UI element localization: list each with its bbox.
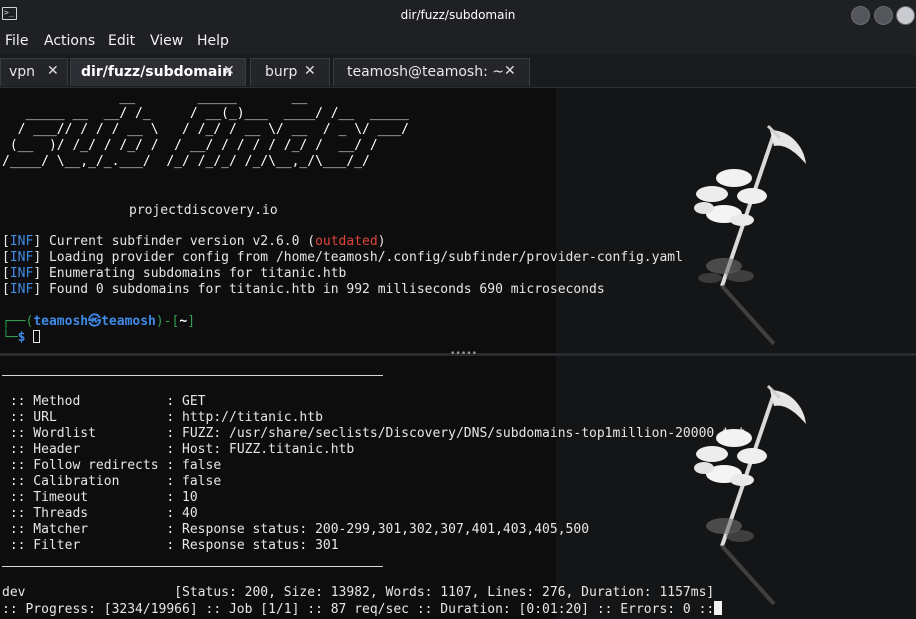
- config-row: :: Header : Host: FUZZ.titanic.htb: [2, 442, 354, 458]
- log-line: [INF] Current subfinder version v2.6.0 (…: [2, 234, 386, 249]
- config-key: :: Matcher: [2, 522, 167, 537]
- shell-prompt: ┌──(teamosh㉿teamosh)-[~]: [2, 314, 195, 330]
- divider-line: [2, 566, 383, 567]
- tab-close-icon[interactable]: ✕: [504, 63, 516, 79]
- config-key: :: Timeout: [2, 490, 167, 505]
- log-line: [INF] Loading provider config from /home…: [2, 250, 683, 265]
- config-key: :: Calibration: [2, 474, 167, 489]
- tab-vpn[interactable]: vpn ✕: [0, 58, 68, 86]
- config-value: : Host: FUZZ.titanic.htb: [166, 442, 355, 457]
- config-value: : http://titanic.htb: [166, 410, 323, 425]
- tab-close-icon[interactable]: ✕: [223, 63, 235, 79]
- terminal-cursor: [33, 330, 41, 343]
- config-key: :: Threads: [2, 506, 167, 521]
- minimize-icon[interactable]: [851, 6, 870, 25]
- config-row: :: Calibration : false: [2, 474, 221, 490]
- maximize-icon[interactable]: [874, 6, 893, 25]
- tab-bar: vpn ✕ dir/fuzz/subdomain ✕ burp ✕ teamos…: [0, 55, 916, 88]
- prompt-frame: ┌──(: [2, 314, 34, 329]
- banner-line: / ___// / / / __ \ / /_/ / __ \/ __ / _ …: [2, 122, 409, 137]
- config-key: :: Header: [2, 442, 167, 457]
- log-tag: INF: [9, 266, 34, 281]
- config-row: :: Follow redirects : false: [2, 458, 221, 474]
- config-row: :: Matcher : Response status: 200-299,30…: [2, 522, 589, 538]
- result-row: dev [Status: 200, Size: 13982, Words: 11…: [2, 585, 714, 601]
- config-key: :: Method: [2, 394, 167, 409]
- shell-input-line[interactable]: └─$: [2, 330, 41, 346]
- tab-close-icon[interactable]: ✕: [47, 63, 59, 79]
- config-row: :: Timeout : 10: [2, 490, 198, 506]
- tab-label: burp: [265, 64, 298, 80]
- prompt-frame: ]: [187, 314, 196, 329]
- config-value: : Response status: 200-299,301,302,307,4…: [166, 522, 590, 537]
- tab-label: vpn: [9, 64, 36, 80]
- log-tag: INF: [9, 234, 34, 249]
- brand-text: projectdiscovery.io: [129, 203, 278, 218]
- log-text: Enumerating subdomains for titanic.htb: [48, 266, 347, 281]
- menu-file[interactable]: File: [5, 33, 28, 49]
- prompt-user: teamosh㉿teamosh: [33, 314, 156, 329]
- menu-bar: File Actions Edit View Help: [0, 30, 916, 55]
- config-value: : 10: [166, 490, 198, 505]
- config-row: :: Threads : 40: [2, 506, 198, 522]
- banner-line: _____ __ __/ /_ / __(_)___ ____/ /__ ___…: [2, 106, 409, 121]
- banner-line: (__ )/ /_/ / /_/ / / __/ / / / / /_/ / _…: [2, 138, 409, 153]
- config-row: :: Filter : Response status: 301: [2, 538, 339, 554]
- tab-label: dir/fuzz/subdomain: [81, 64, 233, 80]
- log-line: [INF] Enumerating subdomains for titanic…: [2, 266, 347, 281]
- config-row: :: URL : http://titanic.htb: [2, 410, 323, 426]
- window-title: dir/fuzz/subdomain: [400, 8, 516, 22]
- config-key: :: Wordlist: [2, 426, 167, 441]
- log-text-tail: ): [377, 234, 386, 249]
- menu-view[interactable]: View: [150, 33, 183, 49]
- close-icon[interactable]: [896, 6, 915, 25]
- banner-line: /____/ \__,_/_.___/ /_/ /_/_/ /_/\__,_/\…: [2, 154, 409, 169]
- banner-line: __ _____ __: [2, 90, 394, 105]
- menu-actions[interactable]: Actions: [44, 33, 95, 49]
- terminal-pane-bottom[interactable]: :: Method : GET :: URL : http://titanic.…: [0, 356, 916, 619]
- tab-dir-fuzz-subdomain[interactable]: dir/fuzz/subdomain ✕: [70, 58, 246, 86]
- log-tag: INF: [9, 282, 34, 297]
- config-key: :: Filter: [2, 538, 167, 553]
- result-status: [Status: 200, Size: 13982, Words: 1107, …: [25, 585, 715, 600]
- menu-edit[interactable]: Edit: [108, 33, 135, 49]
- progress-line: :: Progress: [3234/19966] :: Job [1/1] :…: [2, 601, 723, 618]
- config-row: :: Wordlist : FUZZ: /usr/share/seclists/…: [2, 426, 746, 442]
- config-value: : FUZZ: /usr/share/seclists/Discovery/DN…: [166, 426, 746, 441]
- log-text: Found 0 subdomains for titanic.htb in 99…: [48, 282, 605, 297]
- config-key: :: Follow redirects: [2, 458, 167, 473]
- tab-burp[interactable]: burp ✕: [250, 58, 330, 86]
- log-text: Current subfinder version v2.6.0 (: [48, 234, 316, 249]
- title-bar: >_ dir/fuzz/subdomain: [0, 0, 916, 31]
- config-key: :: URL: [2, 410, 167, 425]
- tab-label: teamosh@teamosh: ~: [347, 64, 505, 80]
- menu-help[interactable]: Help: [197, 33, 229, 49]
- result-name: dev: [2, 585, 26, 600]
- prompt-frame: )-[: [155, 314, 180, 329]
- config-value: : false: [166, 474, 222, 489]
- reaper-art-icon: [694, 384, 806, 606]
- config-value: : false: [166, 458, 222, 473]
- log-line: [INF] Found 0 subdomains for titanic.htb…: [2, 282, 605, 297]
- log-tag: INF: [9, 250, 34, 265]
- log-text: Loading provider config from /home/teamo…: [48, 250, 683, 265]
- progress-text: :: Progress: [3234/19966] :: Job [1/1] :…: [2, 602, 715, 617]
- config-row: :: Method : GET: [2, 394, 206, 410]
- reaper-art-icon: [694, 124, 806, 346]
- terminal-pane-top[interactable]: __ _____ __ _____ __ __/ /_ / __(_)___ _…: [0, 88, 916, 353]
- prompt-dollar: $: [17, 330, 26, 345]
- prompt-frame: └─: [2, 330, 18, 345]
- divider-line: [2, 375, 383, 376]
- config-value: : 40: [166, 506, 198, 521]
- config-value: : Response status: 301: [166, 538, 339, 553]
- config-value: : GET: [166, 394, 206, 409]
- outdated-label: outdated: [315, 234, 378, 249]
- tab-teamosh-home[interactable]: teamosh@teamosh: ~ ✕: [333, 58, 530, 86]
- tab-close-icon[interactable]: ✕: [304, 63, 316, 79]
